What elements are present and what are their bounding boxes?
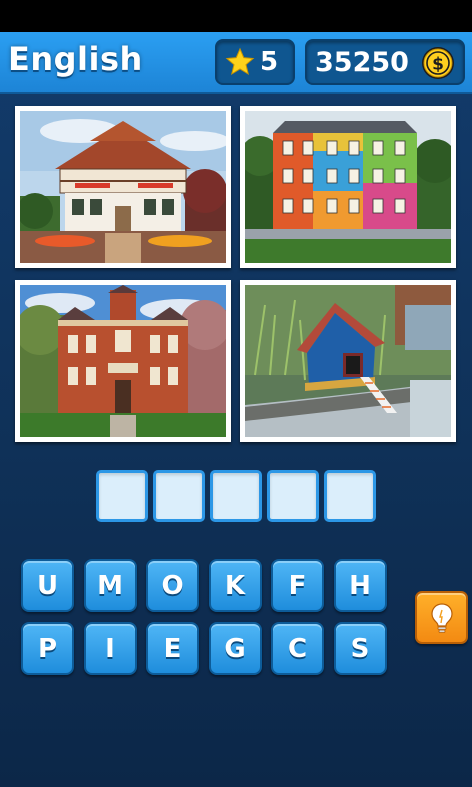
- letter-key[interactable]: E: [146, 622, 199, 675]
- letter-key[interactable]: H: [333, 559, 387, 612]
- answer-slot[interactable]: [210, 470, 262, 522]
- letter-key[interactable]: P: [21, 622, 74, 675]
- star-icon: [225, 47, 255, 76]
- hint-button[interactable]: [415, 591, 468, 644]
- level-value: 5: [260, 47, 279, 77]
- status-bar: [0, 0, 472, 32]
- top-bar: English 5 35250 $: [0, 32, 472, 94]
- letter-key[interactable]: C: [271, 622, 324, 675]
- answer-slot[interactable]: [96, 470, 148, 522]
- clue-photo-3[interactable]: [15, 280, 231, 442]
- timber-house-image: [20, 111, 226, 263]
- coins-value: 35250: [315, 46, 409, 78]
- language-title: English: [8, 40, 143, 78]
- letter-row-1: U M O K F H: [21, 559, 396, 612]
- dollar-coin-icon: $: [422, 47, 454, 79]
- painted-building-image: [245, 111, 451, 263]
- answer-slot[interactable]: [153, 470, 205, 522]
- letter-key[interactable]: K: [208, 559, 262, 612]
- answer-slot[interactable]: [324, 470, 376, 522]
- letter-key[interactable]: F: [271, 559, 324, 612]
- letter-key[interactable]: M: [83, 559, 137, 612]
- coins-badge[interactable]: 35250 $: [305, 39, 465, 85]
- brick-mansion-image: [20, 285, 226, 437]
- clue-photo-1[interactable]: [15, 106, 231, 268]
- letter-key[interactable]: I: [83, 622, 137, 675]
- lightbulb-icon: [430, 602, 453, 633]
- letter-key[interactable]: G: [208, 622, 262, 675]
- answer-slot[interactable]: [267, 470, 319, 522]
- answer-slots: [96, 470, 376, 522]
- letter-key[interactable]: U: [21, 559, 74, 612]
- clue-photo-4[interactable]: [240, 280, 456, 442]
- game-screen: English 5 35250 $ U M O K F H P I E G C …: [0, 32, 472, 787]
- letter-key[interactable]: S: [333, 622, 387, 675]
- level-badge: 5: [215, 39, 295, 85]
- letter-key[interactable]: O: [146, 559, 199, 612]
- letter-row-2: P I E G C S: [21, 622, 396, 675]
- clue-photo-2[interactable]: [240, 106, 456, 268]
- duck-house-image: [245, 285, 451, 437]
- svg-text:$: $: [432, 55, 444, 75]
